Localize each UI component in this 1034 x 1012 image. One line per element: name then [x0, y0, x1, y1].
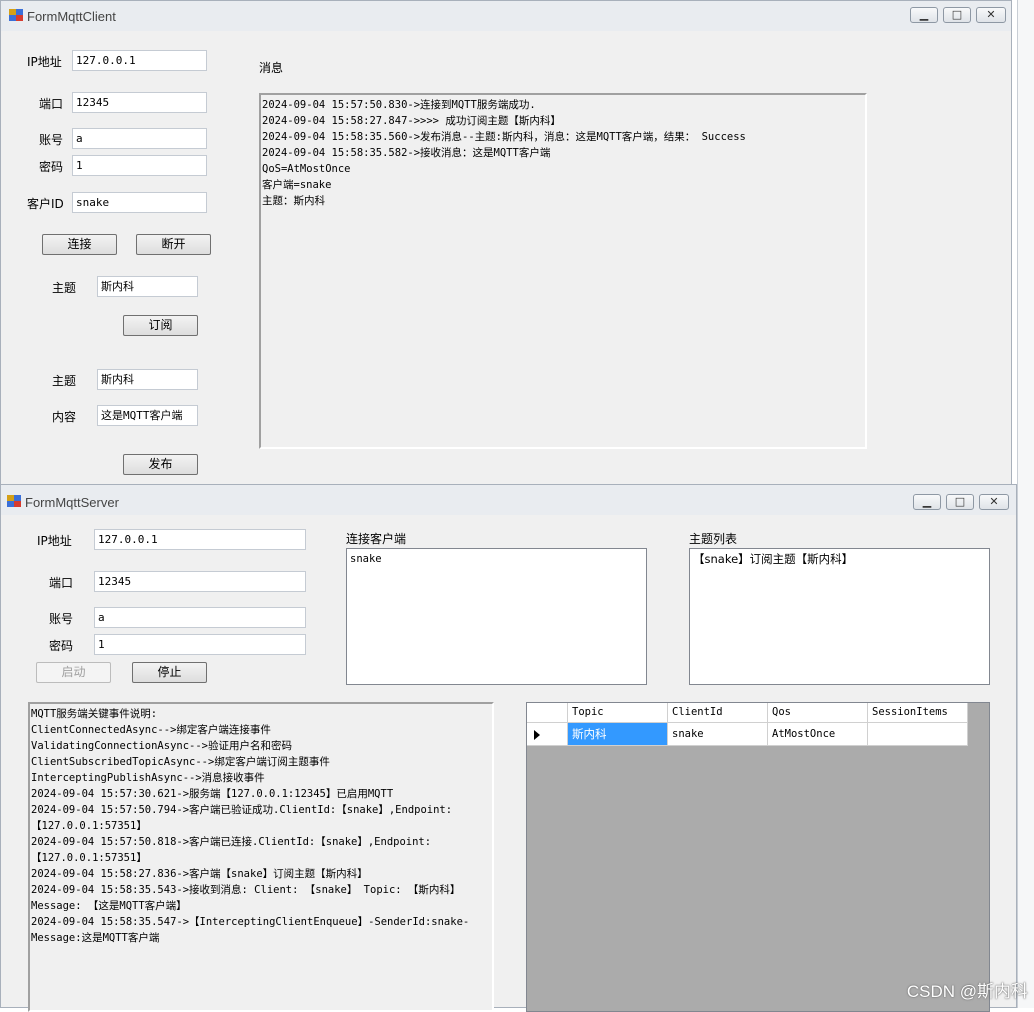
content-label: 内容 [52, 410, 77, 424]
log-line: 2024-09-04 15:58:35.543->接收到消息: Client: … [31, 884, 461, 896]
grid-header-qos[interactable]: Qos [768, 703, 868, 723]
log-line: Message:这是MQTT客户端 [31, 932, 160, 944]
subscriptions-grid[interactable]: Topic ClientId Qos SessionItems 斯内科 snak… [526, 702, 990, 1012]
message-line: 2024-09-04 15:58:35.560->发布消息--主题:斯内科，消息… [262, 131, 746, 143]
log-line: 【127.0.0.1:57351】 [31, 820, 147, 832]
log-line: ClientConnectedAsync-->绑定客户端连接事件 [31, 724, 271, 736]
grid-cell-qos[interactable]: AtMostOnce [768, 723, 868, 746]
grid-cell-sessionitems[interactable] [868, 723, 968, 746]
maximize-button[interactable]: □ [943, 7, 971, 23]
grid-header-topic[interactable]: Topic [568, 703, 668, 723]
log-line: 2024-09-04 15:57:30.621->服务端【127.0.0.1:1… [31, 788, 394, 800]
client-messages-textbox[interactable]: 2024-09-04 15:57:50.830->连接到MQTT服务端成功. 20… [259, 93, 867, 449]
minimize-button[interactable]: ▁ [913, 494, 941, 510]
client-id-label: 客户ID [27, 197, 64, 211]
subscribe-topic-input[interactable]: 斯内科 [97, 276, 198, 297]
log-line: InterceptingPublishAsync-->消息接收事件 [31, 772, 265, 784]
client-window: FormMqttClient ▁ □ ✕ IP地址 127.0.0.1 端口 1… [0, 0, 1012, 486]
watermark: CSDN @斯内科 [906, 982, 1028, 1001]
server-log-textbox[interactable]: MQTT服务端关键事件说明: ClientConnectedAsync-->绑定客… [28, 702, 494, 1012]
client-port-input[interactable]: 12345 [72, 92, 207, 113]
connect-button[interactable]: 连接 [42, 234, 117, 255]
client-id-input[interactable]: snake [72, 192, 207, 213]
client-messages-list: 2024-09-04 15:57:50.830->连接到MQTT服务端成功. 20… [262, 97, 864, 209]
server-port-input[interactable]: 12345 [94, 571, 306, 592]
log-line: MQTT服务端关键事件说明: [31, 708, 158, 720]
message-line: 主题：斯内科 [262, 195, 325, 207]
grid-header-clientid[interactable]: ClientId [668, 703, 768, 723]
subscribe-button[interactable]: 订阅 [123, 315, 198, 336]
grid-cell-clientid[interactable]: snake [668, 723, 768, 746]
message-line: 客户端=snake [262, 179, 332, 191]
topic-listbox[interactable]: 【snake】订阅主题【斯内科】 [689, 548, 990, 685]
connected-clients-listbox[interactable]: snake [346, 548, 647, 685]
log-line: Message: 【这是MQTT客户端】 [31, 900, 187, 912]
client-account-input[interactable]: a [72, 128, 207, 149]
disconnect-button[interactable]: 断开 [136, 234, 211, 255]
server-ip-input[interactable]: 127.0.0.1 [94, 529, 306, 550]
topics-list: 【snake】订阅主题【斯内科】 [693, 551, 986, 567]
log-line: 2024-09-04 15:58:27.836->客户端【snake】订阅主题【… [31, 868, 368, 880]
start-button[interactable]: 启动 [36, 662, 111, 683]
messages-label: 消息 [259, 61, 284, 75]
clients-list: snake [350, 551, 643, 567]
server-ip-label: IP地址 [37, 534, 72, 548]
log-line: 2024-09-04 15:57:50.818->客户端已连接.ClientId… [31, 836, 432, 848]
grid-cell-topic[interactable]: 斯内科 [568, 723, 668, 746]
app-icon [9, 9, 23, 21]
client-titlebar[interactable]: FormMqttClient ▁ □ ✕ [1, 1, 1011, 31]
grid-row-header-corner [527, 703, 568, 723]
client-port-label: 端口 [39, 97, 64, 111]
message-line: 2024-09-04 15:57:50.830->连接到MQTT服务端成功. [262, 99, 536, 111]
minimize-button[interactable]: ▁ [910, 7, 938, 23]
client-list-item: snake [350, 553, 382, 565]
current-row-arrow-icon [534, 730, 540, 740]
client-ip-label: IP地址 [27, 55, 62, 69]
topic-list-label: 主题列表 [689, 532, 738, 546]
server-window-title: FormMqttServer [25, 495, 119, 510]
background-window-edge [1017, 0, 1034, 1008]
client-window-title: FormMqttClient [27, 9, 116, 24]
log-line: 2024-09-04 15:57:50.794->客户端已验证成功.Client… [31, 804, 453, 816]
server-log-list: MQTT服务端关键事件说明: ClientConnectedAsync-->绑定客… [31, 706, 491, 946]
close-button[interactable]: ✕ [976, 7, 1006, 23]
message-line: QoS=AtMostOnce [262, 163, 351, 175]
stop-button[interactable]: 停止 [132, 662, 207, 683]
connected-clients-label: 连接客户端 [346, 532, 407, 546]
publish-topic-label: 主题 [52, 374, 77, 388]
publish-button[interactable]: 发布 [123, 454, 198, 475]
log-line: 2024-09-04 15:58:35.547->【InterceptingCl… [31, 916, 470, 928]
grid-background [527, 703, 989, 1011]
log-line: ValidatingConnectionAsync-->验证用户名和密码 [31, 740, 293, 752]
subscribe-topic-label: 主题 [52, 281, 77, 295]
log-line: ClientSubscribedTopicAsync-->绑定客户端订阅主题事件 [31, 756, 330, 768]
content-input[interactable]: 这是MQTT客户端 [97, 405, 198, 426]
server-window: FormMqttServer ▁ □ ✕ IP地址 127.0.0.1 端口 1… [0, 484, 1017, 1012]
client-account-label: 账号 [39, 133, 64, 147]
close-button[interactable]: ✕ [979, 494, 1009, 510]
server-port-label: 端口 [49, 576, 74, 590]
grid-header-sessionitems[interactable]: SessionItems [868, 703, 968, 723]
message-line: 2024-09-04 15:58:35.582->接收消息：这是MQTT客户端 [262, 147, 551, 159]
topic-list-item: 【snake】订阅主题【斯内科】 [693, 552, 854, 566]
message-line: 2024-09-04 15:58:27.847->>>> 成功订阅主题【斯内科】 [262, 115, 561, 127]
server-password-input[interactable]: 1 [94, 634, 306, 655]
server-titlebar[interactable]: FormMqttServer ▁ □ ✕ [1, 485, 1016, 515]
publish-topic-input[interactable]: 斯内科 [97, 369, 198, 390]
server-account-input[interactable]: a [94, 607, 306, 628]
client-password-label: 密码 [39, 160, 64, 174]
server-account-label: 账号 [49, 612, 74, 626]
client-password-input[interactable]: 1 [72, 155, 207, 176]
maximize-button[interactable]: □ [946, 494, 974, 510]
app-icon [7, 495, 21, 507]
client-ip-input[interactable]: 127.0.0.1 [72, 50, 207, 71]
server-password-label: 密码 [49, 639, 74, 653]
log-line: 【127.0.0.1:57351】 [31, 852, 147, 864]
grid-row-header[interactable] [527, 723, 568, 746]
